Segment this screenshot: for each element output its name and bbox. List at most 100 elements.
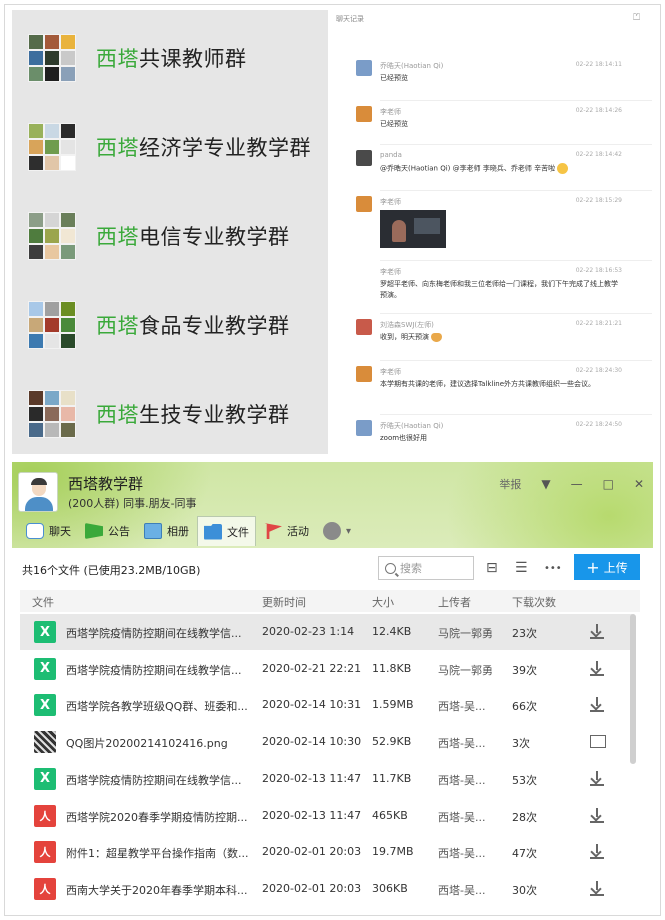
- column-download-count[interactable]: 下载次数: [512, 594, 556, 610]
- scrollbar[interactable]: [630, 614, 636, 764]
- video-thumbnail[interactable]: [380, 210, 446, 248]
- group-item[interactable]: 西塔共课教师群: [28, 32, 318, 84]
- message-time: 02-22 18:24:30: [575, 367, 622, 374]
- group-item[interactable]: 西塔经济学专业教学群: [28, 121, 318, 173]
- download-icon[interactable]: [590, 806, 606, 824]
- tab-chat[interactable]: 聊天: [20, 516, 77, 546]
- dropdown-icon[interactable]: ▼: [541, 477, 550, 491]
- tab-activity[interactable]: 活动: [258, 516, 315, 546]
- group-avatar[interactable]: [18, 472, 58, 512]
- file-name[interactable]: 西塔学院疫情防控期间在线教学信...: [66, 625, 251, 641]
- file-name[interactable]: 西塔学院疫情防控期间在线教学信...: [66, 772, 251, 788]
- file-row[interactable]: QQ图片20200214102416.png 2020-02-14 10:30 52…: [20, 724, 632, 760]
- file-row[interactable]: X 西塔学院各教学班级QQ群、班委和... 2020-02-14 10:31 1.59…: [20, 687, 632, 723]
- download-base: [590, 893, 604, 896]
- file-name[interactable]: 西塔学院各教学班级QQ群、班委和...: [66, 698, 251, 714]
- member-thumbnail: [29, 318, 43, 332]
- member-thumbnail: [29, 423, 43, 437]
- file-name[interactable]: QQ图片20200214102416.png: [66, 735, 251, 751]
- file-icon-glyph: X: [39, 697, 51, 713]
- pdf-file-icon: 人: [34, 877, 56, 900]
- column-owner[interactable]: 上传者: [438, 594, 471, 610]
- pdf-file-icon: 人: [34, 841, 56, 864]
- message-time: 02-22 18:14:42: [575, 151, 622, 158]
- file-row[interactable]: 人 附件1：超星教学平台操作指南（数... 2020-02-01 20:03 19.7…: [20, 834, 632, 870]
- download-icon[interactable]: [590, 659, 606, 677]
- column-time[interactable]: 更新时间: [262, 594, 306, 610]
- group-name: 西塔经济学专业教学群: [96, 132, 311, 162]
- column-file[interactable]: 文件: [32, 594, 54, 610]
- file-name[interactable]: 西塔学院2020春季学期疫情防控期...: [66, 809, 251, 825]
- column-size[interactable]: 大小: [372, 594, 394, 610]
- member-thumbnail: [29, 35, 43, 49]
- file-size: 12.4KB: [372, 625, 412, 638]
- settings-button[interactable]: ▾: [317, 516, 357, 546]
- sender-avatar[interactable]: [356, 106, 372, 122]
- tab-notice[interactable]: 公告: [79, 516, 136, 546]
- file-name[interactable]: 西塔学院疫情防控期间在线教学信...: [66, 662, 251, 678]
- search-input[interactable]: 搜索: [378, 556, 474, 580]
- qq-group-window: 西塔教学群 (200人群) 同事.朋友-同事 举报 ▼ — □ ✕ 聊天 公告 相册…: [12, 462, 653, 910]
- message-body: 罗超平老师、向东梅老师和我三位老师给一门课程，我们下午完成了线上教学预演。: [380, 280, 618, 299]
- download-icon[interactable]: [590, 695, 606, 713]
- sender-avatar[interactable]: [356, 60, 372, 76]
- tab-files[interactable]: 文件: [197, 516, 256, 546]
- member-thumbnail: [45, 229, 59, 243]
- message-body: zoom也很好用: [380, 434, 428, 442]
- download-icon[interactable]: [590, 769, 606, 787]
- sender-avatar[interactable]: [356, 150, 372, 166]
- download-icon[interactable]: [590, 879, 606, 897]
- download-base: [590, 637, 604, 639]
- file-row[interactable]: X 西塔学院疫情防控期间在线教学信... 2020-02-21 22:21 11.8K…: [20, 651, 632, 687]
- download-base: [590, 857, 604, 860]
- message-text: zoom也很好用: [380, 433, 620, 444]
- group-item[interactable]: 西塔生技专业教学群: [28, 388, 318, 440]
- open-folder-icon[interactable]: [590, 735, 606, 749]
- tab-album[interactable]: 相册: [138, 516, 195, 546]
- minimize-icon[interactable]: —: [571, 477, 583, 491]
- message-time: 02-22 18:16:53: [575, 267, 622, 274]
- file-row[interactable]: X 西塔学院疫情防控期间在线教学信... 2020-02-13 11:47 11.7K…: [20, 761, 632, 797]
- member-thumbnail: [45, 35, 59, 49]
- file-name[interactable]: 西南大学关于2020年春季学期本科...: [66, 882, 251, 898]
- download-icon[interactable]: [590, 622, 606, 640]
- sender-avatar[interactable]: [356, 366, 372, 382]
- file-icon-glyph: 人: [39, 809, 51, 823]
- list-view-icon[interactable]: ☰: [515, 560, 528, 576]
- group-item[interactable]: 西塔电信专业教学群: [28, 210, 318, 262]
- chat-message: 李老师 02-22 18:24:30 本学期有共课的老师，建议选择Talkline外…: [356, 366, 622, 406]
- inbox-icon[interactable]: ⊟: [486, 560, 498, 576]
- sender-avatar[interactable]: [356, 319, 372, 335]
- maximize-icon[interactable]: □: [603, 477, 614, 491]
- video-screen: [414, 218, 440, 234]
- tab-label: 文件: [227, 525, 249, 539]
- group-name-text: 电信专业教学群: [139, 225, 290, 249]
- message-text: 已经预览: [380, 73, 620, 84]
- download-icon[interactable]: [590, 842, 606, 860]
- download-count: 23次: [512, 627, 537, 640]
- upload-label: 上传: [603, 560, 628, 575]
- sender-avatar[interactable]: [356, 196, 372, 212]
- group-name: 西塔电信专业教学群: [96, 221, 290, 251]
- sender-avatar[interactable]: [356, 420, 372, 436]
- chat-message: 乔晧天(Haotian Qi) 02-22 18:24:50 zoom也很好用: [356, 420, 622, 460]
- member-thumbnail: [45, 245, 59, 259]
- message-text: 本学期有共课的老师，建议选择Talkline外方共课教师组织一些会议。: [380, 379, 620, 390]
- member-thumbnail: [29, 140, 43, 154]
- group-item[interactable]: 西塔食品专业教学群: [28, 299, 318, 351]
- file-name[interactable]: 附件1：超星教学平台操作指南（数...: [66, 845, 251, 861]
- report-button[interactable]: 举报: [499, 476, 521, 492]
- pdf-file-icon: 人: [34, 804, 56, 827]
- chat-message: 李老师 02-22 18:15:29: [356, 196, 622, 248]
- more-icon[interactable]: •••: [544, 563, 562, 574]
- member-thumbnail: [61, 213, 75, 227]
- upload-button[interactable]: + 上传: [574, 554, 640, 580]
- file-row[interactable]: 人 西南大学关于2020年春季学期本科... 2020-02-01 20:03 306…: [20, 871, 632, 907]
- file-row[interactable]: X 西塔学院疫情防控期间在线教学信... 2020-02-23 1:14 12.4KB…: [20, 614, 632, 650]
- file-row[interactable]: 人 西塔学院2020春季学期疫情防控期... 2020-02-13 11:47 465…: [20, 798, 632, 834]
- member-thumbnail: [29, 391, 43, 405]
- export-icon[interactable]: ⏍: [633, 13, 640, 23]
- member-thumbnail: [61, 391, 75, 405]
- file-panel: 共16个文件 (已使用23.2MB/10GB) 搜索 ⊟ ☰ ••• + 上传 …: [12, 548, 653, 910]
- close-icon[interactable]: ✕: [634, 477, 644, 491]
